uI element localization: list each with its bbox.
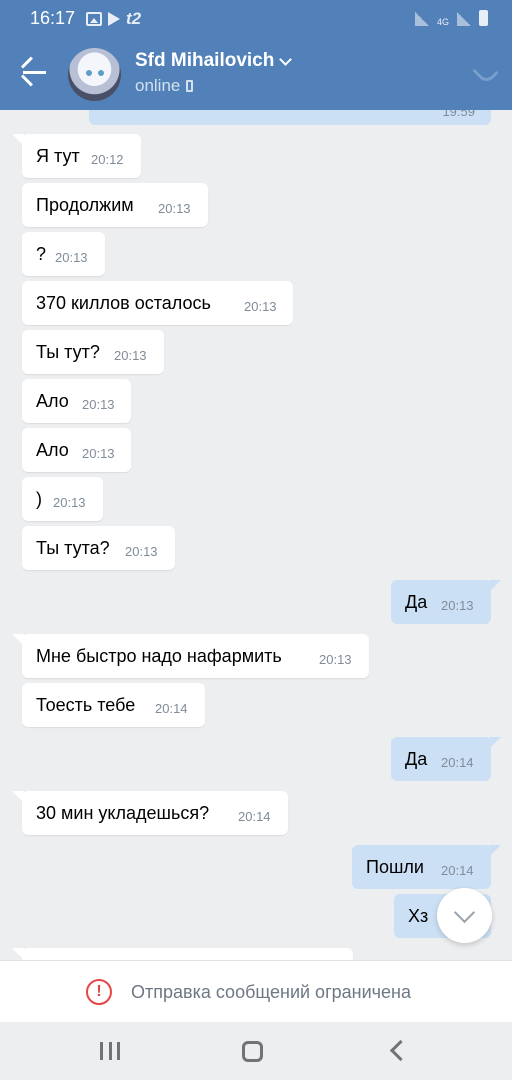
message-text: Пошли — [366, 857, 424, 877]
message-text: 30 мин укладешься? — [36, 803, 210, 823]
system-nav-bar — [0, 1022, 512, 1080]
message-text: Я тут — [36, 146, 80, 166]
message-time: 20:13 — [158, 201, 191, 216]
message-outgoing[interactable]: Да 20:13 — [391, 580, 501, 624]
image-icon — [86, 12, 102, 26]
mobile-phone-icon — [186, 80, 194, 92]
play-icon — [108, 12, 120, 26]
message-incoming[interactable]: ) 20:13 — [22, 477, 103, 521]
message-incoming[interactable]: Продолжим 20:13 — [22, 183, 208, 227]
message-incoming[interactable]: Я тут 20:12 — [12, 134, 141, 178]
home-icon[interactable] — [242, 1041, 263, 1062]
message-incoming[interactable]: Ты тут? 20:13 — [22, 330, 164, 374]
message-text: Ты тут? — [36, 342, 100, 362]
message-time: 20:13 — [82, 397, 115, 412]
signal-icon — [457, 12, 471, 26]
message-incoming[interactable]: Тоесть тебе 20:14 — [22, 683, 205, 727]
recent-apps-icon[interactable] — [100, 1042, 120, 1060]
message-time: 20:13 — [319, 652, 352, 667]
message-time: 20:13 — [244, 299, 277, 314]
message-incoming[interactable]: 370 киллов осталось 20:13 — [22, 281, 293, 325]
back-arrow-icon[interactable] — [20, 56, 50, 87]
message-text: Ало — [36, 440, 69, 460]
message-text: Продолжим — [36, 195, 134, 215]
message-text: 370 киллов осталось — [36, 293, 211, 313]
message-time: 20:14 — [238, 809, 271, 824]
message-time: 20:13 — [125, 544, 158, 559]
status-time: 16:17 — [30, 8, 76, 28]
message-incoming[interactable]: Мне быстро надо нафармить 20:13 — [12, 634, 369, 678]
nav-back-icon[interactable] — [389, 1039, 412, 1062]
message-text: Мне быстро надо нафармить — [36, 646, 282, 666]
message-list[interactable]: 19:59 Я тут 20:12 Продолжим 20:13 ? 20:1… — [0, 110, 512, 960]
warning-icon: ! — [86, 979, 112, 1005]
contact-status: online — [135, 76, 194, 96]
system-icons: 4G — [414, 10, 488, 27]
message-time: 20:14 — [441, 755, 474, 770]
phone-call-icon[interactable] — [474, 61, 494, 81]
message-outgoing[interactable]: Да 20:14 — [391, 737, 501, 781]
notification-icons: t2 — [86, 9, 141, 29]
battery-icon — [479, 10, 488, 26]
message-text: Хз — [408, 906, 429, 926]
message-text: ) — [36, 489, 42, 509]
scroll-down-button[interactable] — [437, 888, 492, 943]
contact-name[interactable]: Sfd Mihailovich — [135, 50, 274, 72]
message-time: 20:14 — [441, 863, 474, 878]
message-time: 20:14 — [155, 701, 188, 716]
message-time: 20:12 — [91, 152, 124, 167]
status-bar: 16:17 t2 4G — [0, 0, 512, 38]
message-time: 20:13 — [55, 250, 88, 265]
chat-header: 16:17 t2 4G Sfd Mihailovich online — [0, 0, 512, 110]
message-text: Тоесть тебе — [36, 695, 136, 715]
message-incoming[interactable]: Ало 20:13 — [22, 379, 131, 423]
t2-icon: t2 — [126, 9, 142, 28]
message-incoming[interactable]: ? 20:13 — [22, 232, 105, 276]
restriction-text: Отправка сообщений ограничена — [131, 982, 411, 1002]
message-incoming[interactable] — [12, 948, 353, 960]
message-time: 19:59 — [442, 110, 475, 119]
message-incoming[interactable]: Ты тута? 20:13 — [22, 526, 175, 570]
message-text: Да — [405, 749, 428, 769]
signal-icon — [414, 12, 429, 26]
message-outgoing[interactable]: Пошли 20:14 — [352, 845, 501, 889]
message-incoming[interactable]: 30 мин укладешься? 20:14 — [12, 791, 288, 835]
message-time: 20:13 — [53, 495, 86, 510]
avatar[interactable] — [68, 48, 121, 101]
message-time: 20:13 — [82, 446, 115, 461]
chevron-down-icon[interactable] — [279, 53, 292, 66]
message-text: Да — [405, 592, 428, 612]
network-type-label: 4G — [436, 17, 449, 27]
message-text: Ало — [36, 391, 69, 411]
message-incoming[interactable]: Ало 20:13 — [22, 428, 131, 472]
message-text: Ты тута? — [36, 538, 110, 558]
restriction-banner: ! Отправка сообщений ограничена — [0, 960, 512, 1022]
message-text: ? — [36, 244, 47, 264]
message-time: 20:13 — [441, 598, 474, 613]
message-outgoing[interactable]: 19:59 — [89, 110, 491, 125]
message-time: 20:13 — [114, 348, 147, 363]
online-status-label: online — [135, 76, 181, 95]
